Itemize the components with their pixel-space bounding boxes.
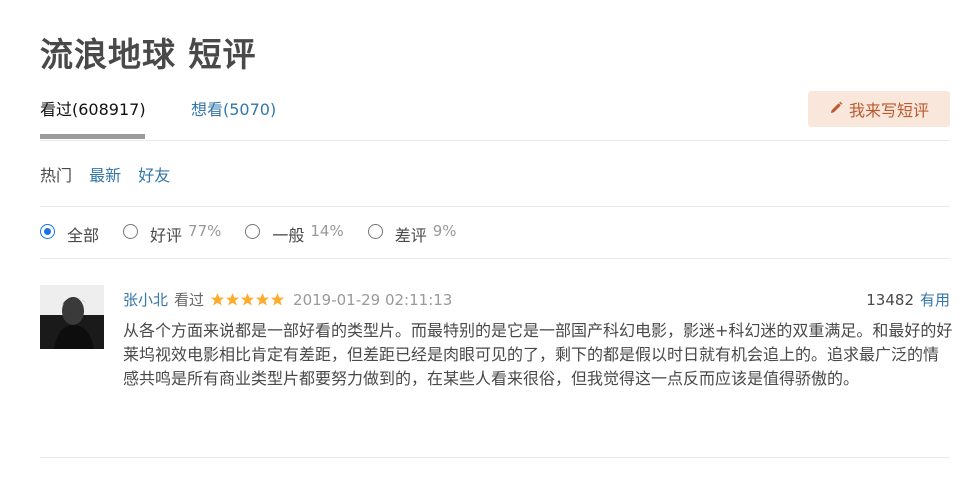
star-icon <box>225 292 240 306</box>
star-icon <box>270 292 285 306</box>
useful-button[interactable]: 有用 <box>920 289 950 310</box>
filter-good-percent: 77% <box>188 222 222 240</box>
comment-header: 张小北 看过 2019-01-29 02:11:13 13482 有用 <box>123 289 950 310</box>
filter-good[interactable]: 好评 77% <box>123 222 221 258</box>
tab-bar: 看过(608917) 想看(5070) 我来写短评 <box>40 91 950 141</box>
page-title: 流浪地球 短评 <box>40 35 257 74</box>
rating-filter: 全部 好评 77% 一般 14% 差评 9% <box>40 222 950 259</box>
star-icon <box>255 292 270 306</box>
comment-text: 从各个方面来说都是一部好看的类型片。而最特别的是它是一部国产科幻电影，影迷+科幻… <box>123 321 953 388</box>
write-review-label: 我来写短评 <box>848 101 929 120</box>
radio-medium[interactable] <box>245 224 261 239</box>
sort-latest[interactable]: 最新 <box>89 166 121 185</box>
rating-stars <box>210 292 285 307</box>
radio-bad[interactable] <box>367 224 383 239</box>
active-tab-indicator <box>40 134 145 139</box>
tab-wish[interactable]: 想看(5070) <box>191 96 276 120</box>
filter-bad-percent: 9% <box>432 222 457 240</box>
comment-item: 张小北 看过 2019-01-29 02:11:13 13482 有用 从各个方… <box>40 285 953 458</box>
comment-status: 看过 <box>174 291 205 309</box>
radio-good[interactable] <box>123 224 139 239</box>
sort-hot[interactable]: 热门 <box>40 166 72 185</box>
filter-all-label: 全部 <box>67 226 100 245</box>
comment-author[interactable]: 张小北 <box>123 289 168 310</box>
tab-seen[interactable]: 看过(608917) <box>40 96 146 120</box>
vote-count: 13482 <box>866 290 914 309</box>
star-icon <box>240 292 255 306</box>
filter-good-label: 好评 <box>150 226 183 245</box>
filter-bad[interactable]: 差评 9% <box>367 222 457 258</box>
filter-medium[interactable]: 一般 14% <box>245 222 344 258</box>
avatar[interactable] <box>40 285 104 349</box>
filter-medium-percent: 14% <box>310 222 344 240</box>
filter-medium-label: 一般 <box>272 226 305 245</box>
comment-time: 2019-01-29 02:11:13 <box>293 290 453 309</box>
radio-all[interactable] <box>40 224 55 239</box>
sort-bar: 热门 最新 好友 <box>40 162 950 207</box>
star-icon <box>210 292 225 306</box>
filter-bad-label: 差评 <box>394 226 427 245</box>
sort-friends[interactable]: 好友 <box>138 166 170 185</box>
pencil-icon <box>829 100 843 119</box>
write-review-button[interactable]: 我来写短评 <box>808 91 950 127</box>
filter-all[interactable]: 全部 <box>40 222 99 258</box>
